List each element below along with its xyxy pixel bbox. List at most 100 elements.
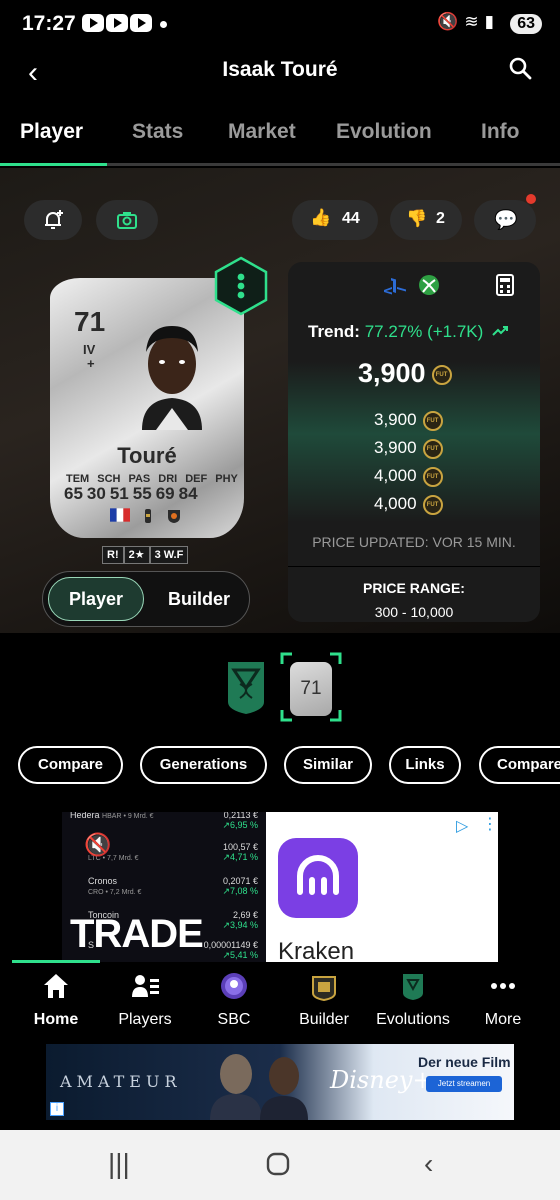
bell-plus-icon	[45, 210, 63, 229]
card-player-name: Touré	[117, 443, 177, 468]
like-button[interactable]: 👍 44	[292, 200, 378, 240]
playstation-icon[interactable]	[382, 276, 408, 296]
ad2-actors-image	[210, 1054, 308, 1120]
skill-chip: R!	[102, 546, 124, 564]
more-icon	[491, 983, 515, 989]
crypto-name: Cronos	[88, 876, 118, 886]
player-card[interactable]: 71 IV + Touré TEM SCH PAS DRI DEF PHY 65…	[50, 278, 244, 538]
youtube-icon	[130, 14, 152, 32]
price-row-value: 3,900	[374, 438, 417, 457]
search-icon[interactable]	[508, 56, 532, 80]
advertisement-banner[interactable]: Hedera HBAR • 9 Mrd. € 0,2113 € ↗6,95 % …	[62, 812, 498, 962]
back-button-icon[interactable]: ‹	[424, 1148, 433, 1180]
nav-sbc[interactable]: SBC	[189, 965, 279, 1029]
price-row-value: 3,900	[374, 410, 417, 429]
ad-brand: Kraken	[278, 938, 355, 962]
evolution-icon[interactable]	[222, 658, 270, 716]
recent-apps-icon[interactable]: |||	[108, 1148, 130, 1180]
links-button[interactable]: Links	[389, 746, 461, 784]
mini-card[interactable]: 71	[290, 662, 332, 716]
nav-builder[interactable]: Builder	[279, 965, 369, 1029]
like-count: 44	[342, 210, 360, 227]
adchoices-icon[interactable]: ▷	[456, 816, 468, 836]
price-row-value: 4,000	[374, 494, 417, 513]
crypto-change: ↗6,95 %	[222, 820, 258, 830]
price-row: 3,900 FUT	[374, 438, 443, 459]
player-hero: 👍 44 👎 2 💬 71 IV + Touré TEM SCH PAS DRI…	[0, 168, 560, 633]
toggle-builder[interactable]: Builder	[153, 577, 245, 621]
muted-speaker-icon[interactable]: 🔇	[84, 832, 111, 858]
card-position: IV	[83, 342, 96, 357]
coin-icon: FUT	[431, 364, 452, 385]
card-plus: +	[87, 356, 95, 371]
trend-label: Trend:	[308, 322, 360, 341]
calculator-icon[interactable]	[496, 274, 514, 296]
weakfoot-chip: 2★	[123, 546, 150, 564]
compare-button[interactable]: Compare	[18, 746, 123, 784]
ad-info-icon[interactable]: i	[50, 1102, 64, 1116]
scroll-progress	[12, 960, 100, 963]
generations-button[interactable]: Generations	[140, 746, 267, 784]
comments-button[interactable]: 💬	[474, 200, 536, 240]
thumbs-up-icon: 👍	[310, 208, 332, 227]
page-title: Isaak Touré	[222, 58, 338, 81]
nav-label: More	[484, 1011, 522, 1028]
wifi-icon: ≋	[464, 12, 485, 31]
trend-value: 77.27% (+1.7K)	[364, 322, 484, 341]
trend-up-icon	[492, 326, 509, 336]
home-icon	[44, 974, 68, 998]
tab-info[interactable]: Info	[481, 120, 519, 144]
card-stat-values: 65 30 51 55 69 84	[64, 484, 198, 504]
dislike-button[interactable]: 👎 2	[390, 200, 462, 240]
ad-menu-icon[interactable]: ⋮	[482, 814, 498, 834]
notification-dot-icon	[160, 21, 167, 28]
battery-indicator: 63	[510, 14, 542, 34]
league-icon	[145, 509, 151, 523]
mute-icon: 🔇	[437, 12, 465, 31]
nav-players[interactable]: Players	[100, 965, 190, 1029]
disney-advertisement[interactable]: AMATEUR Disney+ Der neue Film Jetzt stre…	[46, 1044, 514, 1120]
tab-stats[interactable]: Stats	[132, 120, 183, 144]
coin-icon: FUT	[422, 494, 443, 515]
nav-more[interactable]: More	[458, 965, 548, 1029]
evolutions-icon	[403, 974, 423, 1000]
price-row-value: 4,000	[374, 466, 417, 485]
ad-headline: TRADE	[70, 912, 204, 956]
nav-home[interactable]: Home	[11, 965, 101, 1029]
thumbs-down-icon: 👎	[406, 209, 428, 228]
ad2-tagline: Der neue Film	[418, 1054, 511, 1070]
coin-icon: FUT	[422, 466, 443, 487]
crypto-price: 0,00001149 €	[203, 940, 258, 950]
compare-button-2[interactable]: Compare	[479, 746, 560, 784]
camera-icon	[117, 212, 137, 229]
signal-icon: ▮	[484, 12, 500, 31]
tab-player[interactable]: Player	[20, 120, 83, 144]
nav-label: Home	[33, 1011, 79, 1028]
sbc-icon	[221, 973, 247, 999]
card-chips: R! 2★ 3 W.F	[102, 546, 189, 564]
nav-label: Players	[118, 1011, 172, 1028]
home-button-icon[interactable]	[266, 1152, 290, 1176]
tab-evolution[interactable]: Evolution	[336, 120, 432, 144]
app-header: ‹ Isaak Touré	[0, 50, 560, 94]
chat-icon: 💬	[494, 210, 518, 231]
similar-button[interactable]: Similar	[284, 746, 372, 784]
crypto-sub: HBAR • 9 Mrd. €	[102, 813, 154, 820]
nav-label: SBC	[217, 1011, 251, 1028]
toggle-player[interactable]: Player	[48, 577, 144, 621]
price-alert-button[interactable]	[24, 200, 82, 240]
system-navigation-bar: ||| ‹	[0, 1130, 560, 1200]
xbox-icon[interactable]	[418, 274, 440, 296]
evolution-hex-button[interactable]	[214, 256, 268, 316]
nav-evolutions[interactable]: Evolutions	[368, 965, 458, 1029]
ad2-cta-button[interactable]: Jetzt streamen	[426, 1076, 502, 1092]
crypto-sub: CRO • 7,2 Mrd. €	[88, 889, 142, 896]
price-divider	[288, 566, 540, 567]
kraken-logo-mark	[297, 855, 339, 895]
tab-market[interactable]: Market	[228, 120, 296, 144]
price-row: 4,000 FUT	[374, 466, 443, 487]
dislike-count: 2	[436, 210, 445, 227]
players-icon	[132, 975, 159, 997]
screenshot-button[interactable]	[96, 200, 158, 240]
price-row: 4,000 FUT	[374, 494, 443, 515]
